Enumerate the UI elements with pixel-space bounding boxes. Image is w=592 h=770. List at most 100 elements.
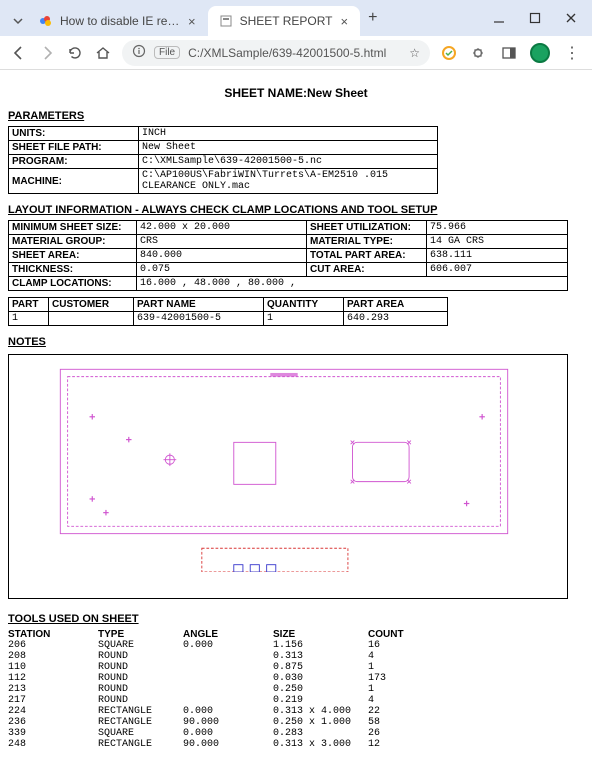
cell-station: 112 — [8, 673, 98, 684]
table-row: MACHINE:C:\AP100US\FabriWIN\Turrets\A-EM… — [9, 169, 438, 194]
cell-key: MATERIAL TYPE: — [307, 235, 427, 249]
cell-angle: 0.000 — [183, 640, 273, 651]
extension-icons: ⋮ — [440, 43, 582, 63]
bookmark-star-icon[interactable]: ☆ — [409, 46, 420, 60]
close-icon[interactable]: × — [186, 14, 198, 29]
tab-active-sheetreport[interactable]: SHEET REPORT × — [208, 6, 361, 36]
table-row: 208ROUND0.3134 — [8, 651, 468, 662]
tab-inactive-howto[interactable]: How to disable IE redirect to Ed × — [28, 6, 208, 36]
file-chip: File — [154, 46, 180, 59]
cell-angle — [183, 695, 273, 706]
col-type: TYPE — [98, 629, 183, 640]
cell-size: 1.156 — [273, 640, 368, 651]
cell-size: 0.283 — [273, 728, 368, 739]
cell-station: 110 — [8, 662, 98, 673]
cell-value: CRS — [137, 235, 307, 249]
cell-station: 206 — [8, 640, 98, 651]
page-title: SHEET NAME:New Sheet — [8, 86, 584, 100]
cell-value: C:\AP100US\FabriWIN\Turrets\A-EM2510 .01… — [139, 169, 438, 194]
table-row: SHEET FILE PATH:New Sheet — [9, 141, 438, 155]
cell-key: MATERIAL GROUP: — [9, 235, 137, 249]
forward-button[interactable] — [38, 44, 56, 62]
table-row: 1 639-42001500-5 1 640.293 — [9, 312, 448, 326]
col-part: PART — [9, 298, 49, 312]
cell-value: 42.000 x 20.000 — [137, 221, 307, 235]
tabs-dropdown[interactable] — [8, 6, 28, 36]
new-tab-button[interactable]: + — [360, 5, 385, 31]
cell-count: 1 — [368, 684, 428, 695]
toolbar: File C:/XMLSample/639-42001500-5.html ☆ … — [0, 36, 592, 70]
table-row: THICKNESS: 0.075 CUT AREA: 606.007 — [9, 263, 568, 277]
cell-angle: 90.000 — [183, 739, 273, 750]
sidepanel-icon[interactable] — [500, 44, 518, 62]
cell-key: TOTAL PART AREA: — [307, 249, 427, 263]
cell-count: 16 — [368, 640, 428, 651]
profile-avatar[interactable] — [530, 43, 550, 63]
cell-count: 22 — [368, 706, 428, 717]
cell-key: CLAMP LOCATIONS: — [9, 277, 137, 291]
table-row: 248RECTANGLE90.0000.313 x 3.00012 — [8, 739, 468, 750]
info-icon[interactable] — [132, 44, 146, 61]
close-icon[interactable]: × — [339, 14, 351, 29]
cell-partname: 639-42001500-5 — [134, 312, 264, 326]
cell-key: THICKNESS: — [9, 263, 137, 277]
col-qty: QUANTITY — [264, 298, 344, 312]
cell-value: 606.007 — [427, 263, 568, 277]
cell-size: 0.313 — [273, 651, 368, 662]
col-station: STATION — [8, 629, 98, 640]
cell-station: 217 — [8, 695, 98, 706]
cell-part: 1 — [9, 312, 49, 326]
table-row: CLAMP LOCATIONS: 16.000 , 48.000 , 80.00… — [9, 277, 568, 291]
table-row: PROGRAM:C:\XMLSample\639-42001500-5.nc — [9, 155, 438, 169]
extension-icon[interactable] — [440, 44, 458, 62]
cell-size: 0.313 x 4.000 — [273, 706, 368, 717]
table-header-row: STATION TYPE ANGLE SIZE COUNT — [8, 629, 468, 640]
window-controls — [492, 0, 592, 36]
cell-type: ROUND — [98, 673, 183, 684]
cell-key: PROGRAM: — [9, 155, 139, 169]
parts-table: PART CUSTOMER PART NAME QUANTITY PART AR… — [8, 297, 448, 326]
cell-value: INCH — [139, 127, 438, 141]
cell-type: RECTANGLE — [98, 717, 183, 728]
cell-key: SHEET UTILIZATION: — [307, 221, 427, 235]
tab-title: How to disable IE redirect to Ed — [60, 14, 180, 28]
cell-size: 0.219 — [273, 695, 368, 706]
cell-qty: 1 — [264, 312, 344, 326]
address-bar[interactable]: File C:/XMLSample/639-42001500-5.html ☆ — [122, 40, 430, 66]
table-header-row: PART CUSTOMER PART NAME QUANTITY PART AR… — [9, 298, 448, 312]
reload-button[interactable] — [66, 44, 84, 62]
title-value: New Sheet — [307, 86, 368, 100]
cell-count: 4 — [368, 651, 428, 662]
tab-title: SHEET REPORT — [240, 14, 333, 28]
cell-count: 173 — [368, 673, 428, 684]
cell-value: 840.000 — [137, 249, 307, 263]
cell-value: 0.075 — [137, 263, 307, 277]
table-row: 110ROUND0.8751 — [8, 662, 468, 673]
table-row: MATERIAL GROUP: CRS MATERIAL TYPE: 14 GA… — [9, 235, 568, 249]
tab-strip: How to disable IE redirect to Ed × SHEET… — [0, 0, 592, 36]
cell-size: 0.875 — [273, 662, 368, 673]
minimize-button[interactable] — [492, 11, 506, 25]
cell-size: 0.250 x 1.000 — [273, 717, 368, 728]
col-count: COUNT — [368, 629, 428, 640]
favicon-icon — [218, 13, 234, 29]
notes-drawing — [8, 354, 568, 599]
table-row: SHEET AREA: 840.000 TOTAL PART AREA: 638… — [9, 249, 568, 263]
home-button[interactable] — [94, 44, 112, 62]
maximize-button[interactable] — [528, 11, 542, 25]
cell-type: ROUND — [98, 651, 183, 662]
back-button[interactable] — [10, 44, 28, 62]
cell-count: 58 — [368, 717, 428, 728]
table-row: UNITS:INCH — [9, 127, 438, 141]
close-button[interactable] — [564, 11, 578, 25]
cell-station: 339 — [8, 728, 98, 739]
extensions-puzzle-icon[interactable] — [470, 44, 488, 62]
favicon-icon — [38, 13, 54, 29]
cell-type: SQUARE — [98, 728, 183, 739]
cell-angle: 0.000 — [183, 706, 273, 717]
cell-customer — [49, 312, 134, 326]
layout-heading: LAYOUT INFORMATION - ALWAYS CHECK CLAMP … — [8, 204, 584, 216]
kebab-menu-icon[interactable]: ⋮ — [562, 43, 582, 63]
cell-angle — [183, 673, 273, 684]
tools-heading: TOOLS USED ON SHEET — [8, 613, 584, 625]
